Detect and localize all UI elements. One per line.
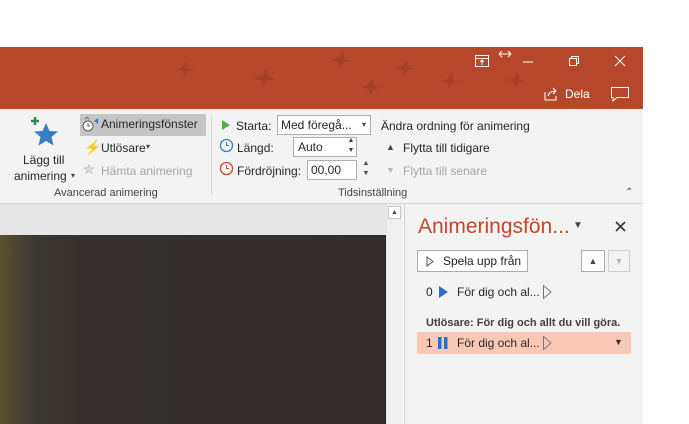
start-icon xyxy=(222,120,230,130)
timeline-marker-icon xyxy=(543,285,552,299)
ribbon-display-icon[interactable] xyxy=(474,54,490,68)
chevron-down-icon: ▾ xyxy=(361,120,366,129)
bird-decoration-icon xyxy=(360,78,382,96)
share-icon xyxy=(544,87,557,101)
restore-arrows-icon[interactable] xyxy=(498,49,512,59)
slide[interactable] xyxy=(0,235,386,424)
duration-down-icon[interactable]: ▼ xyxy=(346,147,356,155)
move-later-label: Flytta till senare xyxy=(403,164,488,178)
animation-painter-label: Hämta animering xyxy=(101,164,193,178)
trigger-button[interactable]: ⚡ Utlösare ▾ xyxy=(82,138,202,158)
entrance-play-icon xyxy=(439,286,448,298)
item-label: För dig och al... xyxy=(457,285,540,299)
lightning-icon: ⚡ xyxy=(84,139,102,155)
group-label-timing: Tidsinställning xyxy=(338,187,408,199)
bird-decoration-icon xyxy=(440,73,460,89)
play-from-button[interactable]: Spela upp från xyxy=(417,250,528,272)
triangle-up-icon: ▲ xyxy=(386,142,395,152)
trigger-heading: Utlösare: För dig och allt du vill göra. xyxy=(426,317,621,329)
vertical-scrollbar[interactable]: ▲ xyxy=(387,204,403,424)
animation-pane-label: Animeringsfönster xyxy=(101,117,198,131)
window-background xyxy=(643,0,689,424)
timeline-marker-icon xyxy=(543,336,552,350)
move-up-button[interactable]: ▲ xyxy=(581,250,605,272)
move-later-button: ▼ Flytta till senare xyxy=(385,164,525,180)
pane-options-icon[interactable]: ▼ xyxy=(573,220,583,231)
bird-decoration-icon xyxy=(252,68,276,88)
add-animation-label-2: animering xyxy=(14,169,67,183)
delay-clock-icon xyxy=(219,161,234,176)
restore-icon[interactable] xyxy=(568,55,580,67)
item-number: 1 xyxy=(426,336,433,350)
bird-decoration-icon xyxy=(330,51,352,69)
bird-decoration-icon xyxy=(506,72,526,88)
scroll-up-icon[interactable]: ▲ xyxy=(388,206,401,219)
dropdown-arrow-icon: ▾ xyxy=(71,171,76,180)
move-down-button: ▼ xyxy=(608,250,630,272)
share-button[interactable]: Dela xyxy=(543,87,590,101)
item-label: För dig och al... xyxy=(457,336,540,350)
duration-up-icon[interactable]: ▲ xyxy=(346,137,356,145)
duration-clock-icon xyxy=(219,138,234,153)
add-animation-star-icon xyxy=(31,117,58,146)
item-menu-chevron-icon[interactable]: ▼ xyxy=(614,337,623,347)
comment-icon[interactable] xyxy=(610,86,630,102)
animation-pane-icon xyxy=(82,117,98,132)
delay-value: 00,00 xyxy=(311,163,342,177)
animation-painter-icon: ✮ xyxy=(83,161,95,177)
pane-title: Animeringsfön... xyxy=(418,215,570,238)
group-divider xyxy=(211,115,212,195)
pane-close-icon[interactable] xyxy=(615,221,626,232)
add-animation-label-1: Lägg till xyxy=(23,153,65,167)
bird-decoration-icon xyxy=(175,61,195,77)
delay-label: Fördröjning: xyxy=(237,164,302,178)
move-earlier-label: Flytta till tidigare xyxy=(403,141,490,155)
collapse-ribbon-icon[interactable]: ⌃ xyxy=(625,187,633,198)
play-from-label: Spela upp från xyxy=(443,254,522,268)
duration-value: Auto xyxy=(298,140,323,154)
delay-down-icon[interactable]: ▼ xyxy=(361,170,371,178)
title-bar: Dela xyxy=(0,47,643,109)
dropdown-arrow-icon: ▾ xyxy=(146,142,151,151)
start-select[interactable]: Med föregå... ▾ xyxy=(277,115,371,135)
bird-decoration-icon xyxy=(395,60,415,76)
animation-list-item[interactable]: 0 För dig och al... xyxy=(417,282,631,302)
animation-list-item-selected[interactable]: 1 För dig och al... ▼ xyxy=(417,332,631,354)
animation-pane-button[interactable]: Animeringsfönster xyxy=(80,114,206,136)
delay-spinner[interactable]: 00,00 xyxy=(307,160,357,180)
pause-icon xyxy=(438,337,448,349)
trigger-label: Utlösare xyxy=(101,141,146,155)
add-animation-button[interactable]: Lägg till animering ▾ xyxy=(13,115,77,185)
minimize-icon[interactable] xyxy=(522,55,534,67)
start-label: Starta: xyxy=(236,119,272,133)
reorder-title: Ändra ordning för animering xyxy=(381,119,530,133)
ribbon: Lägg till animering ▾ Animeringsfönster … xyxy=(0,109,643,204)
group-label-advanced: Avancerad animering xyxy=(54,187,158,199)
animation-pane: Animeringsfön... ▼ Spela upp från ▲ ▼ 0 … xyxy=(404,204,644,424)
share-label: Dela xyxy=(565,87,590,101)
triangle-down-icon: ▼ xyxy=(386,165,395,175)
start-select-value: Med föregå... xyxy=(281,118,352,132)
item-number: 0 xyxy=(426,285,433,299)
duration-label: Längd: xyxy=(237,141,274,155)
delay-up-icon[interactable]: ▲ xyxy=(361,160,371,168)
close-icon[interactable] xyxy=(614,55,626,67)
play-icon xyxy=(426,256,434,267)
move-earlier-button[interactable]: ▲ Flytta till tidigare xyxy=(385,141,525,157)
animation-painter-button: ✮ Hämta animering xyxy=(82,161,202,181)
